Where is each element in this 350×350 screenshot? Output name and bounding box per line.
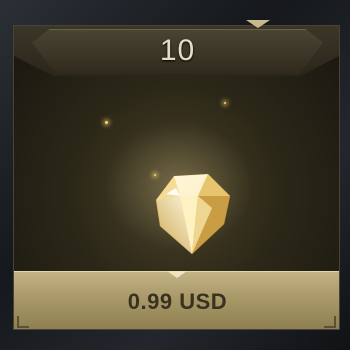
corner-ornament (17, 316, 29, 328)
diamond-icon (155, 173, 231, 255)
price-label[interactable]: 0.99 USD (14, 289, 339, 315)
sparkle-icon (224, 102, 226, 104)
store-offer-card[interactable]: 10 0.99 USD (13, 25, 340, 330)
offer-quantity: 10 (159, 34, 196, 67)
sparkle-icon (105, 121, 108, 124)
corner-ornament (324, 316, 336, 328)
